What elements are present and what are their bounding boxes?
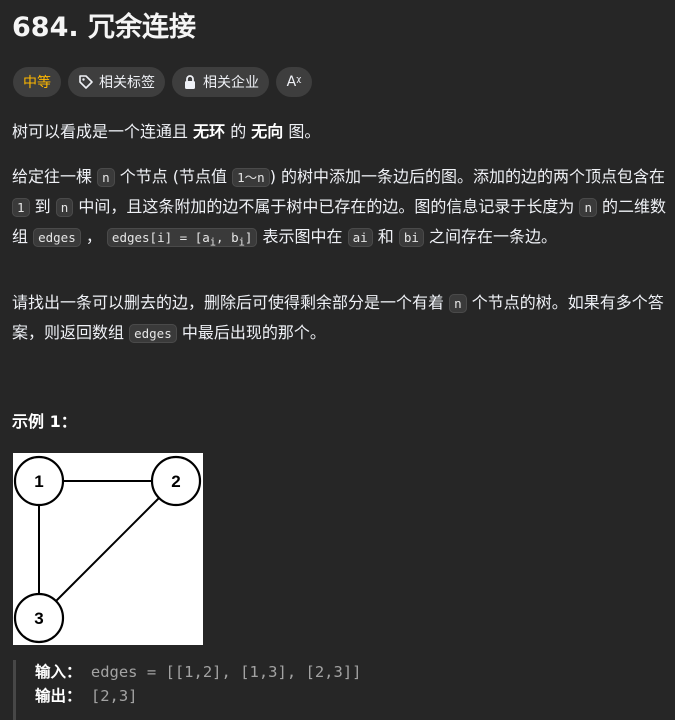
problem-title: 684. 冗余连接 xyxy=(12,12,197,43)
input-value: edges = [[1,2], [1,3], [2,3]] xyxy=(90,663,362,681)
text: 图。 xyxy=(283,122,321,141)
text: 之间存在一条边。 xyxy=(423,227,557,246)
text: 表示图中在 xyxy=(257,227,348,246)
inline-code: 1～n xyxy=(232,168,270,187)
translate-icon: Aᵡ xyxy=(286,74,302,90)
bold-text: 无环 xyxy=(193,122,226,141)
text: 和 xyxy=(372,227,399,246)
node-label: 1 xyxy=(34,472,43,491)
node-label: 2 xyxy=(171,472,180,491)
inline-code: edges xyxy=(33,228,81,247)
node-label: 3 xyxy=(34,609,43,628)
inline-code: n xyxy=(579,198,597,217)
description-paragraph-1: 树可以看成是一个连通且 无环 的 无向 图。 xyxy=(12,117,672,146)
text: ， xyxy=(80,227,107,246)
input-label: 输入： xyxy=(35,663,82,681)
text: 中最后出现的那个。 xyxy=(176,323,326,342)
output-value: [2,3] xyxy=(90,687,138,705)
topics-tag-label: 相关标签 xyxy=(99,75,155,91)
output-label: 输出： xyxy=(35,687,82,705)
edge-2-3 xyxy=(38,480,177,619)
inline-code: n xyxy=(97,168,115,187)
inline-code: edges xyxy=(129,324,177,343)
example-graph-image: 1 2 3 xyxy=(13,453,203,645)
output-line: 输出： [2,3] xyxy=(35,684,675,708)
inline-code: n xyxy=(449,294,467,313)
bold-text: 无向 xyxy=(251,122,284,141)
inline-code: ai xyxy=(347,228,373,247)
text: 到 xyxy=(29,197,56,216)
code-part: ] xyxy=(244,230,253,245)
companies-tag-label: 相关企业 xyxy=(203,75,259,91)
translate-button[interactable]: Aᵡ xyxy=(276,67,312,97)
text: ) 的树中添加一条边后的图。添加的边的两个顶点包含在 xyxy=(269,167,666,186)
text: 个节点 (节点值 xyxy=(114,167,233,186)
tag-icon xyxy=(78,74,94,90)
description-paragraph-3: 请找出一条可以删去的边，删除后可使得剩余部分是一个有着 n 个节点的树。如果有多… xyxy=(12,288,672,348)
description-paragraph-2: 给定往一棵 n 个节点 (节点值 1～n) 的树中添加一条边后的图。添加的边的两… xyxy=(12,162,672,258)
text: 中间，且这条附加的边不属于树中已存在的边。图的信息记录于长度为 xyxy=(73,197,580,216)
tag-row: 中等 相关标签 相关企业 Aᵡ xyxy=(13,67,312,97)
inline-code: 1 xyxy=(12,198,30,217)
text: 树可以看成是一个连通且 xyxy=(12,122,194,141)
text: 的 xyxy=(225,122,252,141)
text: 请找出一条可以删去的边，删除后可使得剩余部分是一个有着 xyxy=(12,293,450,312)
example-title: 示例 1： xyxy=(12,412,77,431)
text: 给定往一棵 xyxy=(12,167,98,186)
companies-tag-button[interactable]: 相关企业 xyxy=(172,67,269,97)
inline-code: n xyxy=(55,198,74,217)
example-io-block: 输入： edges = [[1,2], [1,3], [2,3]] 输出： [2… xyxy=(13,660,675,720)
difficulty-badge[interactable]: 中等 xyxy=(13,67,61,97)
topics-tag-button[interactable]: 相关标签 xyxy=(68,67,165,97)
code-part: , b xyxy=(216,230,239,245)
code-part: edges[i] = [a xyxy=(111,230,210,245)
inline-code: bi xyxy=(398,228,424,247)
input-line: 输入： edges = [[1,2], [1,3], [2,3]] xyxy=(35,660,675,684)
lock-icon xyxy=(182,74,198,90)
inline-code: edges[i] = [ai, bi] xyxy=(106,228,258,249)
